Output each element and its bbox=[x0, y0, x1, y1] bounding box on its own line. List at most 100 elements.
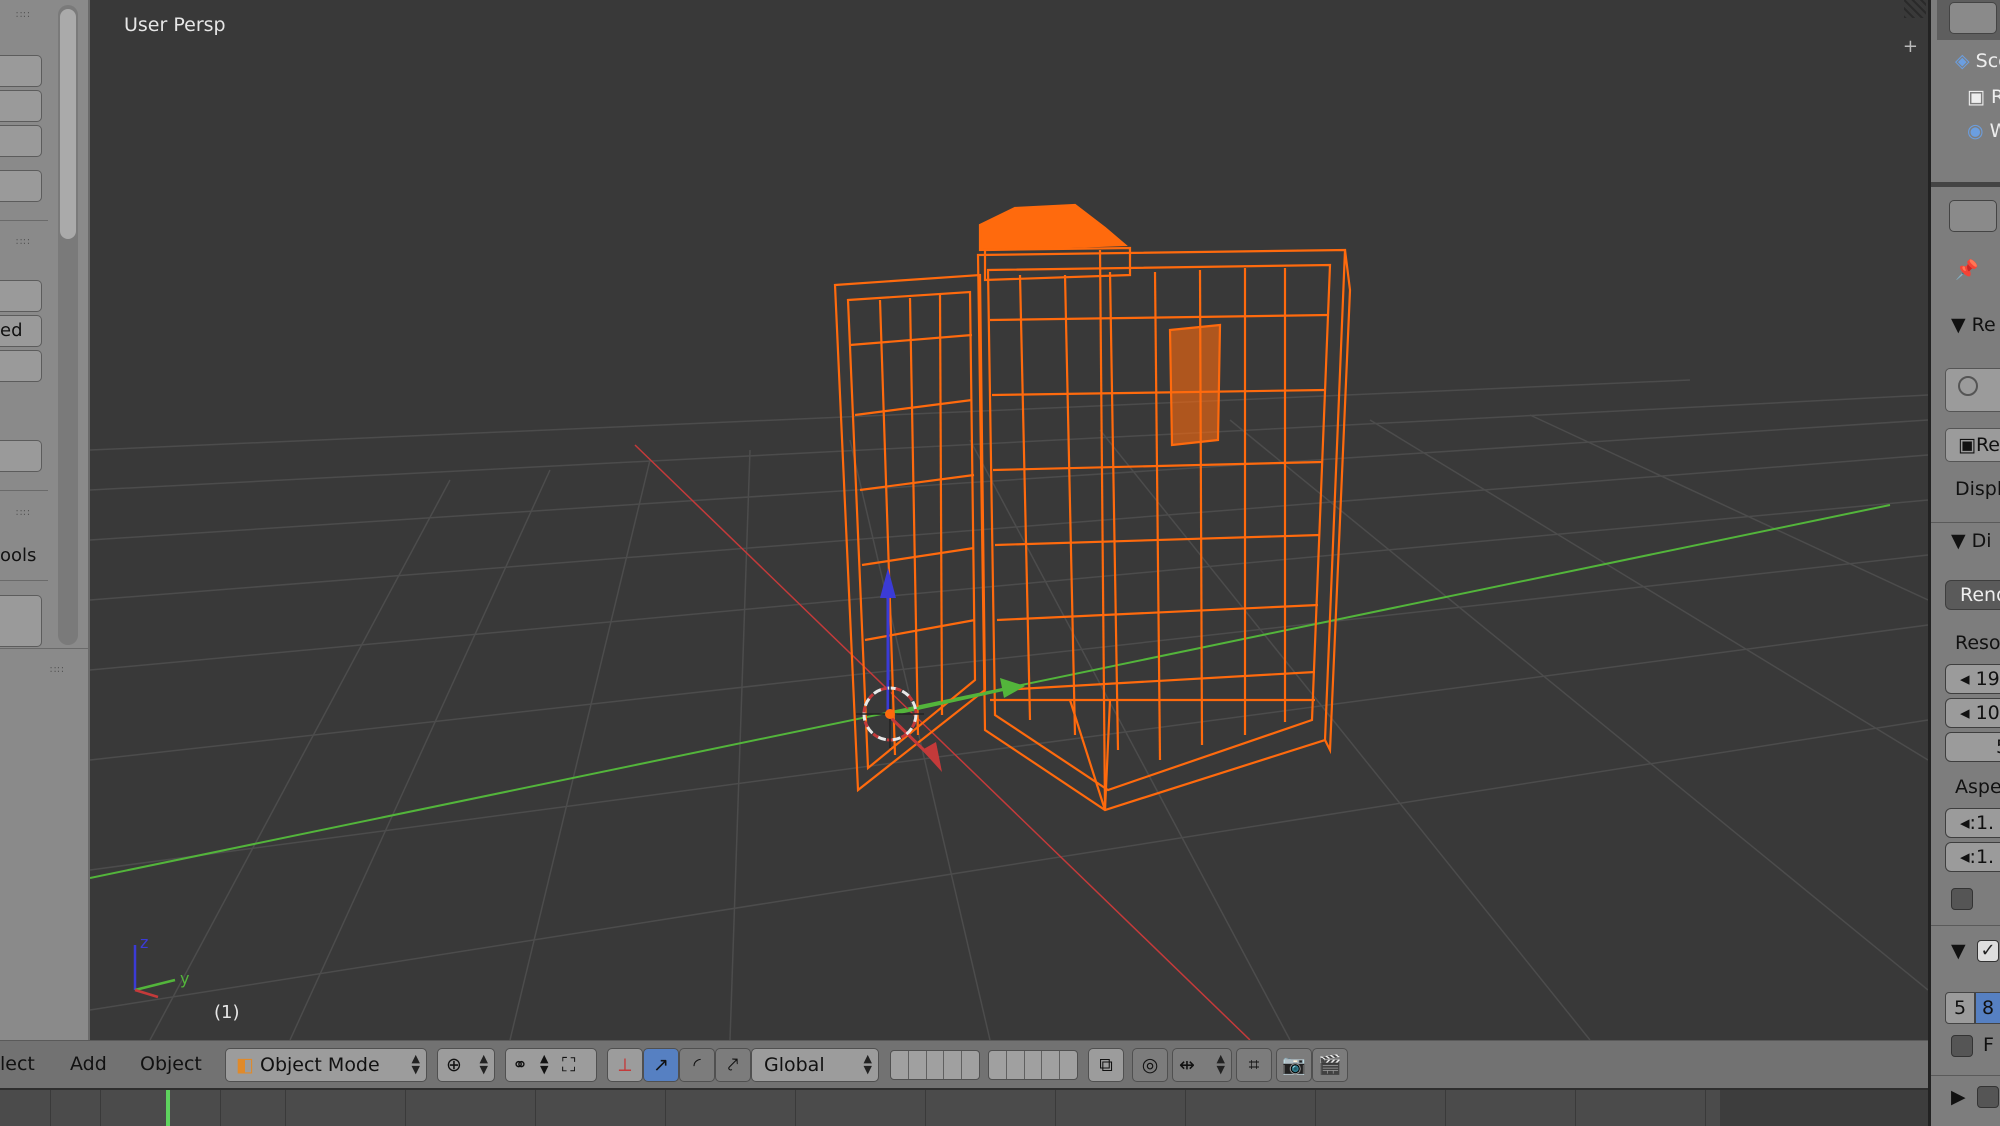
add-menu[interactable]: Add bbox=[70, 1053, 107, 1075]
axis-gizmo: z y bbox=[133, 933, 189, 999]
timeline-tick bbox=[1315, 1090, 1316, 1126]
panel-grip-icon[interactable]: ∷∷ bbox=[16, 10, 38, 21]
layers-icon: ⧉ bbox=[1099, 1054, 1113, 1076]
timeline-strip[interactable] bbox=[0, 1088, 1928, 1126]
select-menu[interactable]: lect bbox=[0, 1053, 35, 1075]
clapboard-icon: 🎬 bbox=[1318, 1054, 1342, 1076]
resolution-y-field[interactable]: ◂ 108 bbox=[1945, 698, 2000, 728]
divider bbox=[1931, 925, 2000, 926]
manipulator-toggle[interactable]: ⟂ bbox=[607, 1048, 643, 1082]
collapsed-section-header[interactable]: ▶ bbox=[1951, 1086, 1966, 1108]
shelf-scrollbar[interactable] bbox=[58, 5, 78, 645]
tool-button[interactable] bbox=[0, 55, 42, 87]
tool-button[interactable]: ed bbox=[0, 315, 42, 347]
outliner-view-select[interactable] bbox=[1949, 2, 1997, 34]
tool-button[interactable] bbox=[0, 440, 42, 472]
phone-booth-wireframe[interactable] bbox=[833, 203, 1352, 812]
aspect-label: Aspe bbox=[1955, 776, 2000, 798]
border-checkbox[interactable] bbox=[1951, 888, 1973, 910]
scale-toggle[interactable]: ⤤ bbox=[715, 1048, 751, 1082]
manipulator-icon: ⟂ bbox=[618, 1054, 632, 1076]
translate-icon: ↗ bbox=[653, 1054, 669, 1076]
dropdown-arrows-icon: ▲ ▼ bbox=[863, 1052, 872, 1076]
render-animation-button[interactable]: 🎬 bbox=[1312, 1048, 1348, 1082]
timeline-tick bbox=[220, 1090, 221, 1126]
mode-select-value: Object Mode bbox=[260, 1054, 380, 1076]
timeline-end-region bbox=[1720, 1090, 1928, 1126]
timeline-tick bbox=[665, 1090, 666, 1126]
rotate-toggle[interactable]: ◜ bbox=[679, 1048, 715, 1082]
panel-grip-icon[interactable]: ∷∷ bbox=[16, 237, 38, 248]
layers-grid-1[interactable] bbox=[890, 1050, 980, 1080]
mode-select[interactable]: ◧ Object Mode ▲ ▼ bbox=[225, 1048, 427, 1082]
object-menu[interactable]: Object bbox=[140, 1053, 202, 1075]
panel-grip-icon[interactable]: ∷∷ bbox=[16, 508, 38, 519]
y-arrow-icon[interactable] bbox=[1000, 678, 1025, 698]
z-arrow-icon[interactable] bbox=[880, 568, 896, 598]
tool-button[interactable] bbox=[0, 90, 42, 122]
tool-button[interactable] bbox=[0, 170, 42, 202]
divider bbox=[0, 648, 90, 649]
render-button[interactable] bbox=[1945, 368, 2000, 412]
resolution-x-field[interactable]: ◂ 192 bbox=[1945, 664, 2000, 694]
render-image-label: Re bbox=[1975, 434, 2000, 456]
proportional-icon: ◎ bbox=[1141, 1054, 1159, 1076]
frame-checkbox[interactable] bbox=[1951, 1035, 1973, 1057]
frame-range-checkbox[interactable]: ✓ bbox=[1977, 940, 1999, 962]
axis-label-y: y bbox=[180, 969, 189, 988]
layers-grid-2[interactable] bbox=[988, 1050, 1078, 1080]
properties-panel: ◈ Scen ▣ R ◉ W 📌 ▼ Re ▣Re Displ ▼ Di Ren… bbox=[1928, 0, 2000, 1126]
frame-checkbox-label: F bbox=[1983, 1034, 1994, 1056]
scrollbar-thumb[interactable] bbox=[60, 9, 76, 239]
render-section-label: Re bbox=[1971, 314, 1996, 336]
render-viewport-button[interactable]: 📷 bbox=[1276, 1048, 1312, 1082]
snap-element-select[interactable]: ⇹ ▲ ▼ bbox=[1172, 1048, 1232, 1082]
floor-grid bbox=[90, 379, 1928, 1040]
tool-button[interactable] bbox=[0, 350, 42, 382]
resolution-percent-field[interactable]: 5 bbox=[1945, 732, 2000, 762]
timeline-tick bbox=[795, 1090, 796, 1126]
layer-lock-toggle[interactable]: ⧉ bbox=[1088, 1048, 1124, 1082]
render-layers-item[interactable]: ▣ R bbox=[1967, 86, 2000, 108]
render-image-button[interactable]: ▣Re bbox=[1945, 428, 2000, 462]
resolution-y-value: 108 bbox=[1975, 702, 2000, 724]
scale-icon: ⤤ bbox=[727, 1054, 739, 1076]
x-arrow-icon[interactable] bbox=[922, 742, 942, 772]
snap-icon: ⇹ bbox=[1179, 1054, 1195, 1076]
divider bbox=[0, 580, 48, 581]
orientation-select[interactable]: Global ▲ ▼ bbox=[751, 1048, 879, 1082]
proportional-edit-toggle[interactable]: ◎ bbox=[1132, 1048, 1168, 1082]
timeline-tick bbox=[925, 1090, 926, 1126]
snap-target-toggle[interactable]: ⌗ bbox=[1236, 1048, 1272, 1082]
3d-viewport[interactable]: z y User Persp (1) + bbox=[90, 0, 1928, 1040]
current-frame-indicator[interactable] bbox=[166, 1090, 170, 1126]
globe-icon: ⊕ bbox=[446, 1054, 462, 1076]
tool-button[interactable] bbox=[0, 125, 42, 157]
panel-grip-icon[interactable]: ∷∷ bbox=[50, 665, 72, 676]
properties-view-select[interactable] bbox=[1949, 200, 1997, 232]
translate-toggle[interactable]: ↗ bbox=[643, 1048, 679, 1082]
aspect-y-field[interactable]: ◂:1. bbox=[1945, 842, 2000, 872]
tool-button-label: ed bbox=[0, 320, 23, 341]
scene-item[interactable]: ◈ Scen bbox=[1955, 50, 2000, 72]
render-presets-select[interactable]: Rend bbox=[1945, 580, 2000, 610]
viewport-shading-select[interactable]: ⊕ ▲ ▼ bbox=[437, 1048, 495, 1082]
add-region-icon[interactable]: + bbox=[1903, 36, 1918, 57]
aspect-x-field[interactable]: ◂:1. bbox=[1945, 808, 2000, 838]
pivot-select[interactable]: ⚭ ▲ ▼ ⛶ bbox=[505, 1048, 597, 1082]
frame-range-section-header[interactable]: ▼ bbox=[1951, 940, 1966, 962]
render-section-header[interactable]: ▼ Re bbox=[1951, 314, 1996, 336]
corner-split-icon[interactable] bbox=[1904, 0, 1926, 18]
pin-icon[interactable]: 📌 bbox=[1955, 258, 1979, 281]
tool-button[interactable] bbox=[0, 595, 42, 647]
tool-button[interactable] bbox=[0, 280, 42, 312]
frame-rate-option[interactable]: 5 bbox=[1945, 992, 1975, 1024]
divider bbox=[1931, 522, 2000, 523]
divider bbox=[0, 220, 48, 221]
frame-rate-option-active[interactable]: 8 bbox=[1975, 992, 2000, 1024]
world-item[interactable]: ◉ W bbox=[1967, 120, 2000, 142]
dropdown-arrows-icon: ▲ ▼ bbox=[479, 1052, 488, 1076]
collapsed-section-checkbox[interactable] bbox=[1977, 1086, 1999, 1108]
dimensions-section-header[interactable]: ▼ Di bbox=[1951, 530, 1992, 552]
viewport-canvas[interactable]: z y bbox=[90, 0, 1928, 1040]
